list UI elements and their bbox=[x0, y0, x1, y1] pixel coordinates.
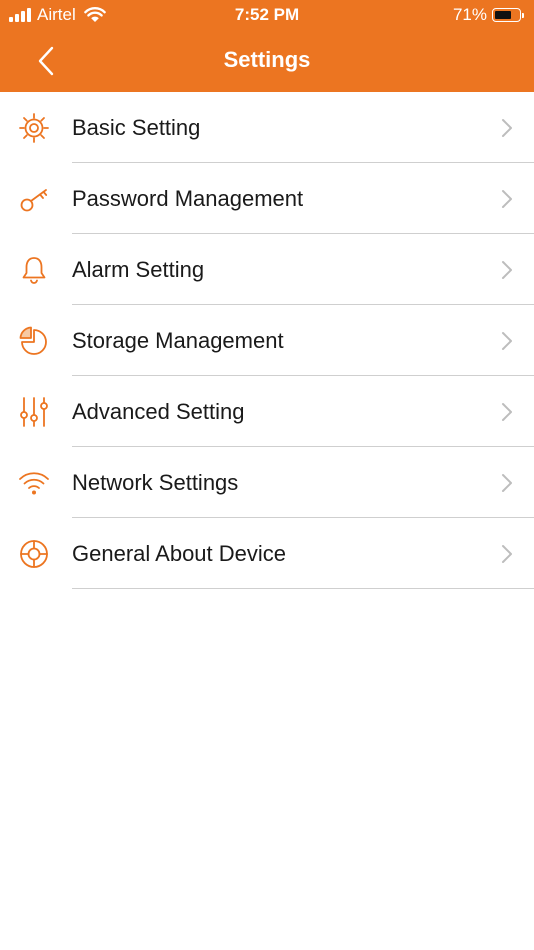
chevron-right-icon bbox=[502, 190, 512, 208]
battery-percent: 71% bbox=[452, 5, 487, 24]
gear-sun-icon bbox=[19, 113, 49, 143]
status-bar: Airtel 7:52 PM 71% bbox=[0, 0, 534, 30]
page-title: Settings bbox=[223, 47, 311, 72]
row-divider bbox=[72, 588, 534, 589]
menu-item-label: Network Settings bbox=[72, 470, 239, 495]
menu-item-alarm-setting[interactable]: Alarm Setting bbox=[0, 234, 534, 305]
wifi-icon bbox=[19, 472, 49, 495]
top-bar: Airtel 7:52 PM 71% Settings bbox=[0, 0, 534, 92]
menu-item-advanced-setting[interactable]: Advanced Setting bbox=[0, 376, 534, 447]
bell-icon bbox=[22, 257, 46, 284]
chevron-right-icon bbox=[502, 332, 512, 350]
menu-item-network-settings[interactable]: Network Settings bbox=[0, 447, 534, 518]
menu-item-label: Advanced Setting bbox=[72, 399, 245, 424]
menu-item-storage-management[interactable]: Storage Management bbox=[0, 305, 534, 376]
menu-item-label: Password Management bbox=[72, 186, 304, 211]
lifebuoy-icon bbox=[20, 540, 48, 568]
menu-item-label: Storage Management bbox=[72, 328, 284, 353]
chevron-right-icon bbox=[502, 119, 512, 137]
battery-level-fill bbox=[495, 11, 511, 19]
menu-item-basic-setting[interactable]: Basic Setting bbox=[0, 92, 534, 163]
settings-screen: Airtel 7:52 PM 71% Settings Basic Settin… bbox=[0, 0, 534, 950]
chevron-right-icon bbox=[502, 403, 512, 421]
menu-item-label: Alarm Setting bbox=[72, 257, 205, 282]
menu-item-label: Basic Setting bbox=[72, 115, 201, 140]
navigation-bar: Settings bbox=[0, 30, 534, 92]
chevron-right-icon bbox=[502, 474, 512, 492]
battery-icon bbox=[492, 8, 521, 22]
key-icon bbox=[20, 189, 48, 212]
status-right: 71% bbox=[453, 5, 524, 25]
menu-item-label: General About Device bbox=[72, 541, 287, 566]
battery-tip bbox=[522, 12, 524, 18]
chevron-right-icon bbox=[502, 545, 512, 563]
menu-item-general-about-device[interactable]: General About Device bbox=[0, 518, 534, 589]
settings-list: Basic Setting Password Management Alarm … bbox=[0, 92, 534, 589]
menu-item-password-management[interactable]: Password Management bbox=[0, 163, 534, 234]
pie-chart-icon bbox=[19, 326, 47, 355]
sliders-icon bbox=[20, 397, 48, 427]
chevron-right-icon bbox=[502, 261, 512, 279]
